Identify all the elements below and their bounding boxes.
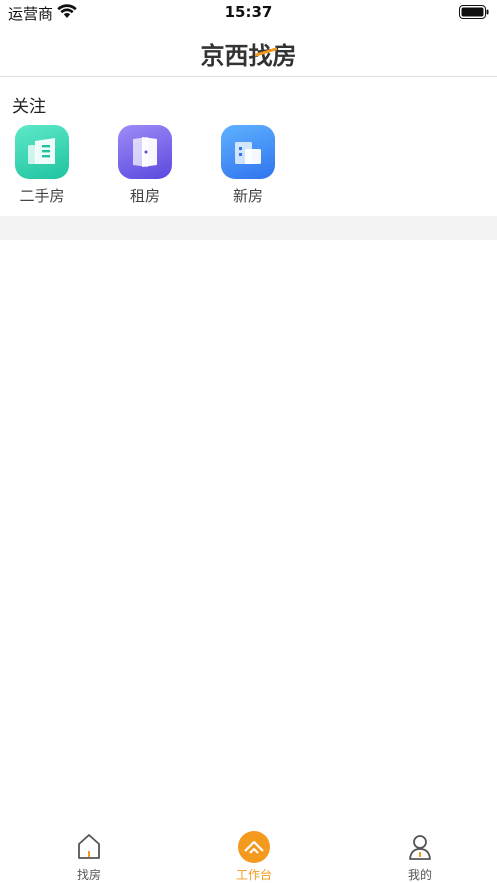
tab-find-house-label: 找房: [76, 868, 101, 882]
section-divider: [0, 216, 497, 240]
clock: 15:37: [224, 3, 273, 21]
house-icon: [78, 834, 100, 859]
user-icon: [409, 835, 431, 860]
section-title: 关注: [12, 97, 46, 117]
tab-workbench-label: 工作台: [235, 868, 272, 882]
tab-workbench[interactable]: 工作台: [194, 820, 314, 883]
tab-bar: 找房 工作台 我的: [0, 820, 497, 883]
workbench-icon: [238, 831, 270, 863]
tab-mine[interactable]: 我的: [360, 820, 480, 883]
rental-label: 租房: [129, 187, 160, 205]
second-hand-house-entry[interactable]: 二手房: [6, 125, 78, 207]
second-hand-house-label: 二手房: [19, 187, 65, 205]
door-icon: [118, 125, 172, 179]
quick-entry-grid: 二手房 租房 新房: [0, 125, 497, 207]
title-accent-mark: [255, 47, 277, 57]
battery-icon: [459, 5, 489, 19]
new-house-label: 新房: [232, 187, 263, 205]
building-icon: [15, 125, 69, 179]
tab-mine-label: 我的: [407, 868, 432, 882]
follow-section: 关注 二手房 租房 新房: [0, 78, 497, 216]
tab-find-house[interactable]: 找房: [29, 820, 149, 883]
office-building-icon: [221, 125, 275, 179]
rental-entry[interactable]: 租房: [109, 125, 181, 207]
status-bar: 运营商 15:37: [0, 0, 497, 26]
navigation-bar: 京西找房: [0, 26, 497, 77]
app-title: 京西找房: [200, 42, 297, 70]
new-house-entry[interactable]: 新房: [212, 125, 284, 207]
